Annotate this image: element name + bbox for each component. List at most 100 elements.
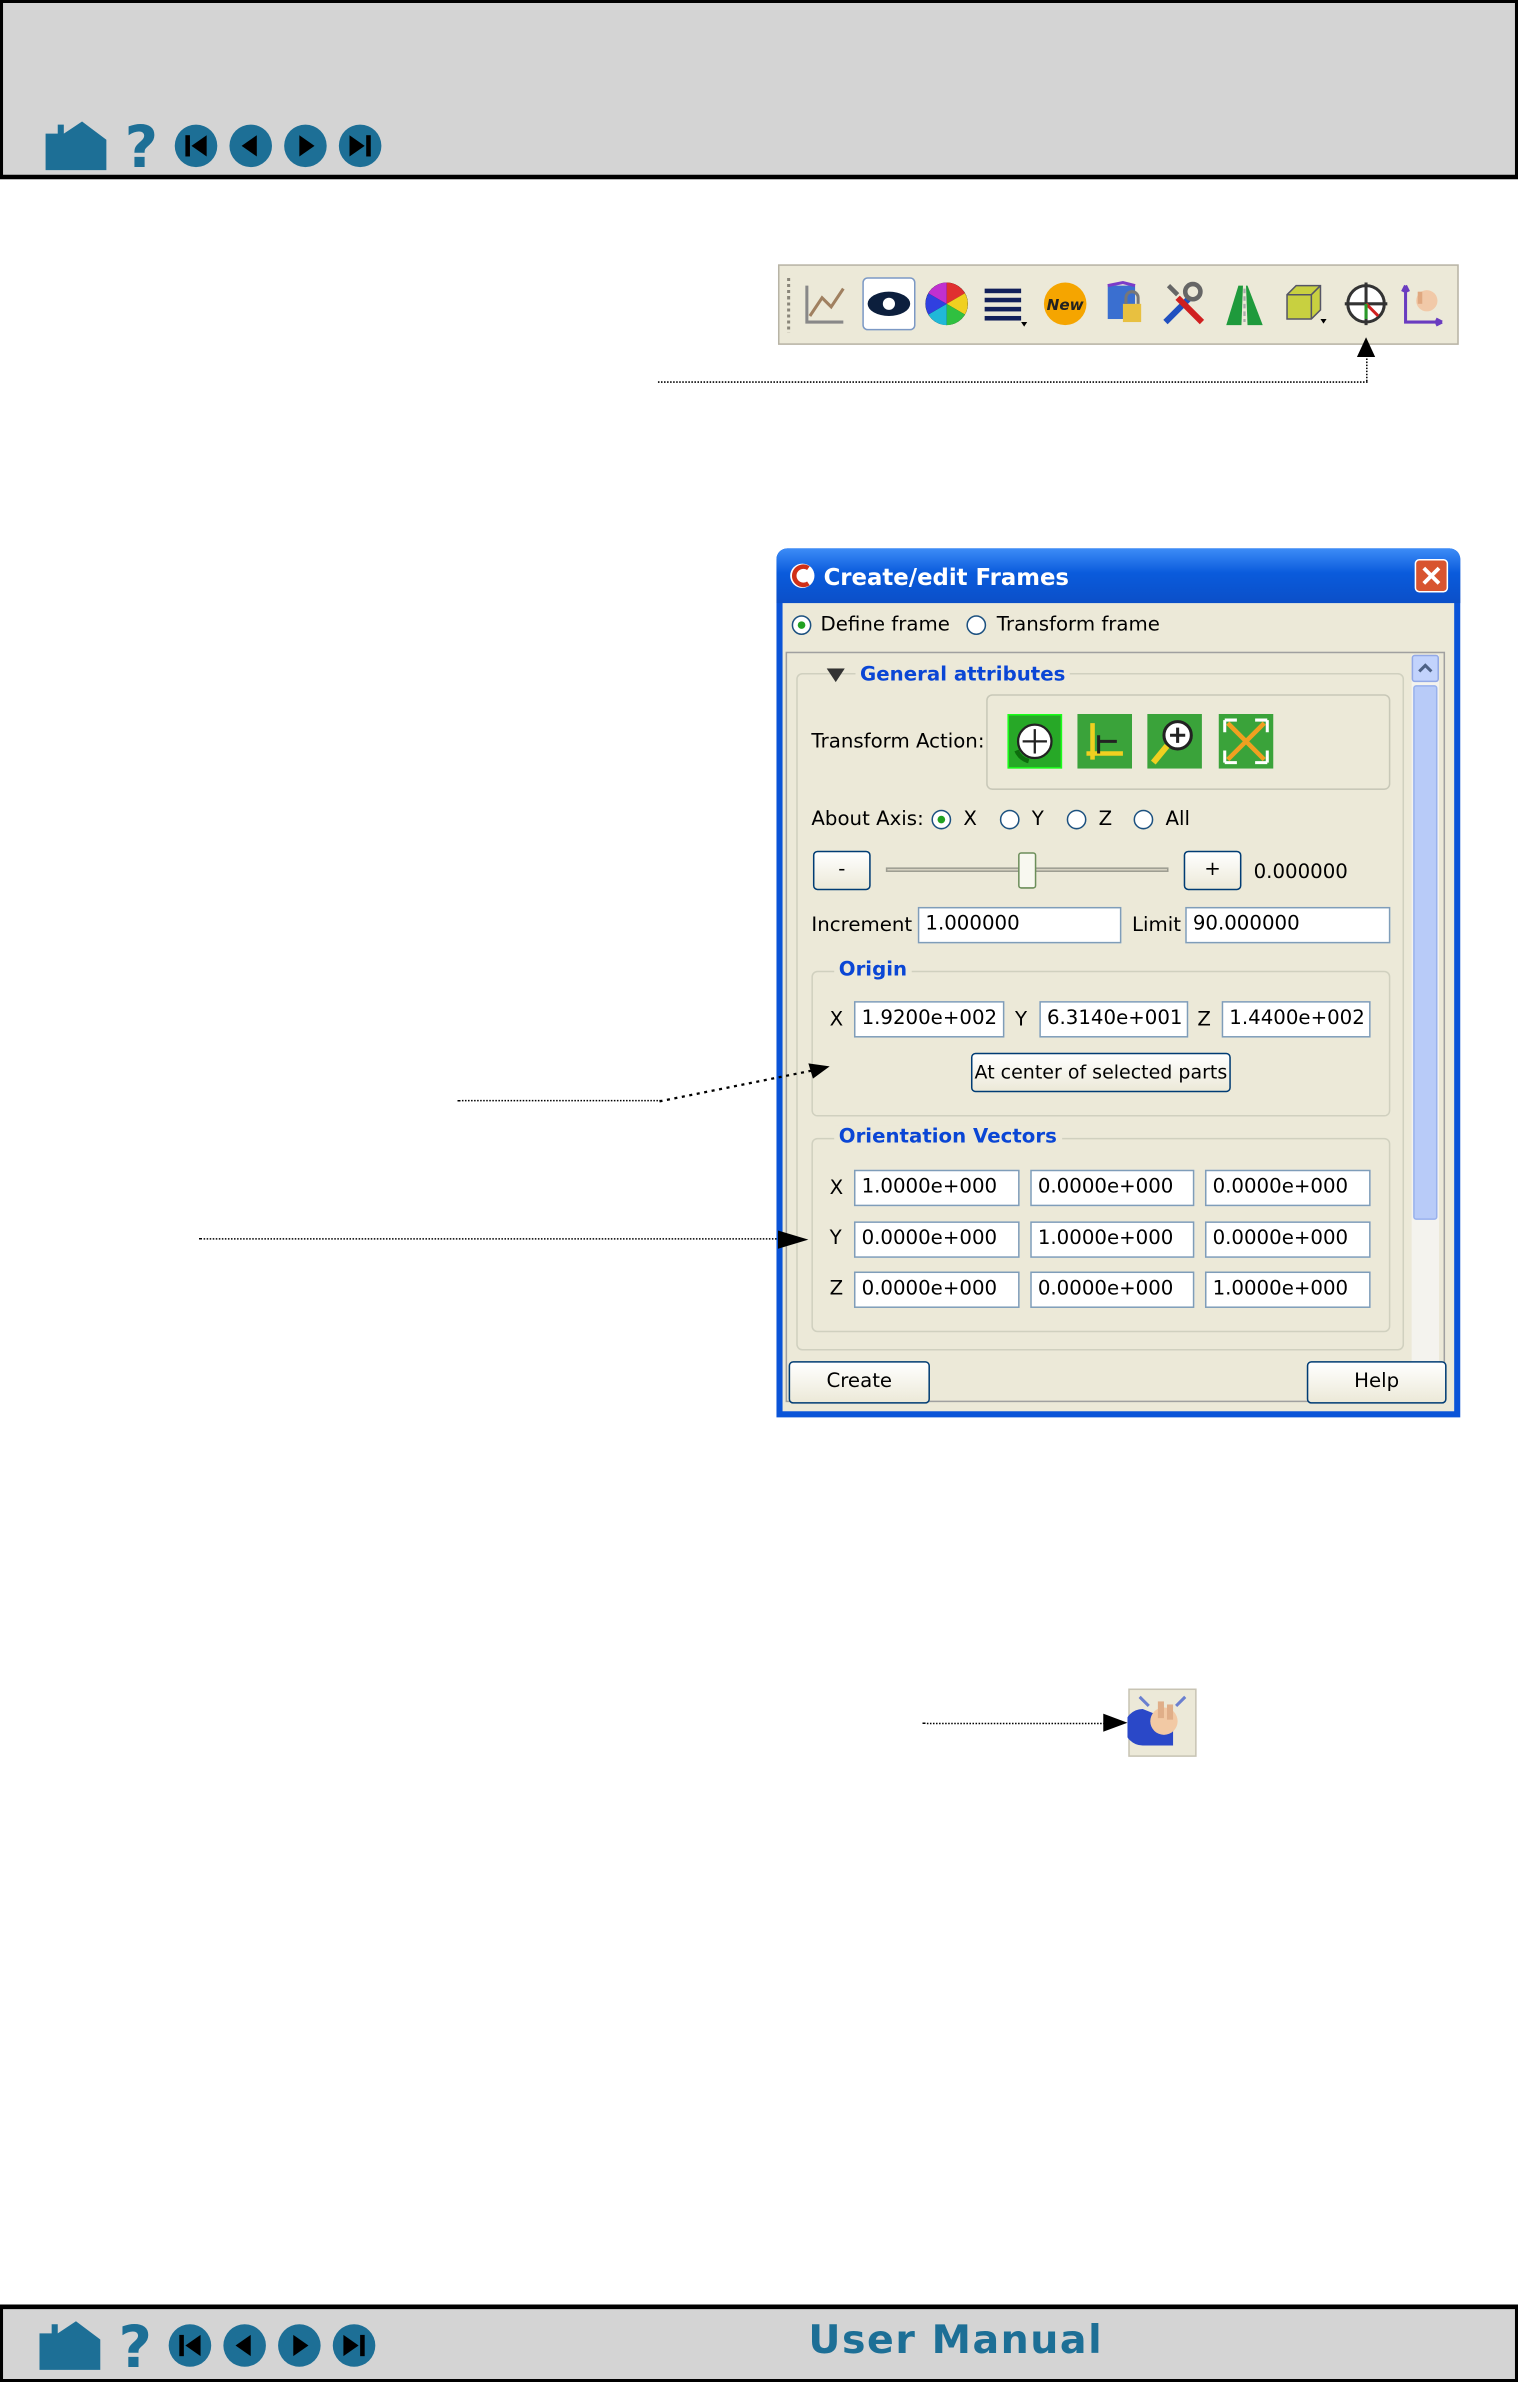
transform-frame-radio[interactable] (966, 615, 987, 635)
first-page-icon[interactable] (167, 2323, 213, 2369)
increment-button[interactable]: + (1183, 850, 1242, 891)
orientation-row-label: Z (829, 1277, 844, 1301)
leader-arrow-origin (659, 1063, 830, 1103)
decrement-button[interactable]: - (812, 850, 871, 891)
vertical-scrollbar[interactable] (1411, 654, 1439, 1400)
origin-x-label: X (829, 1008, 844, 1032)
origin-y-field[interactable]: 6.3140e+001 (1039, 1001, 1189, 1038)
orientation-y-2-field[interactable]: 1.0000e+000 (1030, 1221, 1195, 1258)
axis-y-radio[interactable] (999, 809, 1020, 830)
slider-value: 0.000000 (1253, 861, 1348, 885)
next-page-icon[interactable] (277, 2323, 323, 2369)
limit-label: Limit (1132, 914, 1182, 938)
leader-line-orientation (199, 1238, 783, 1240)
origin-z-label: Z (1197, 1008, 1211, 1032)
orientation-x-2-field[interactable]: 0.0000e+000 (1030, 1169, 1195, 1207)
query-plot-icon[interactable] (801, 280, 850, 329)
orientation-vectors-title: Orientation Vectors (834, 1125, 1062, 1149)
orientation-z-1-field[interactable]: 0.0000e+000 (853, 1271, 1020, 1308)
feature-toolbar: New (777, 264, 1459, 345)
tools-icon[interactable] (1159, 280, 1208, 329)
orientation-z-3-field[interactable]: 1.0000e+000 (1204, 1271, 1371, 1308)
origin-z-field[interactable]: 1.4400e+002 (1221, 1001, 1371, 1038)
translate-action-icon[interactable] (1077, 713, 1133, 769)
hand-axes-icon[interactable] (1399, 280, 1448, 329)
create-edit-frames-dialog: Create/edit Frames Define frame Transfor… (776, 548, 1461, 1418)
toolbar-grip[interactable] (787, 278, 791, 333)
help-icon[interactable]: ? (119, 118, 165, 173)
previous-page-icon[interactable] (222, 2323, 268, 2369)
increment-field[interactable]: 1.000000 (917, 906, 1122, 944)
chevron-up-icon (1418, 663, 1433, 673)
origin-y-label: Y (1015, 1008, 1028, 1032)
box-part-icon[interactable] (1281, 280, 1330, 329)
next-page-icon[interactable] (283, 123, 329, 169)
orientation-y-1-field[interactable]: 0.0000e+000 (853, 1221, 1020, 1258)
axis-x-radio[interactable] (931, 809, 952, 830)
transform-frame-label: Transform frame (996, 613, 1160, 637)
scroll-thumb[interactable] (1413, 685, 1438, 1220)
bottom-nav: ? (36, 2318, 376, 2373)
road-perspective-icon[interactable] (1220, 280, 1269, 329)
axis-all-label: All (1165, 808, 1190, 831)
orientation-y-3-field[interactable]: 0.0000e+000 (1204, 1221, 1371, 1258)
leader-line-icon (922, 1722, 1111, 1725)
close-button[interactable] (1414, 559, 1449, 593)
create-button[interactable]: Create (788, 1361, 930, 1404)
orientation-row-label: X (829, 1177, 844, 1201)
axis-y-label: Y (1031, 808, 1044, 831)
new-badge-icon[interactable]: New (1041, 280, 1090, 329)
previous-page-icon[interactable] (228, 123, 274, 169)
close-icon (1422, 566, 1441, 585)
arrowhead-icon (777, 1230, 809, 1249)
header-band: ? (0, 0, 1518, 180)
color-wheel-icon[interactable] (922, 280, 971, 329)
frame-mode-hand-icon (1127, 1688, 1197, 1757)
arrowhead-icon (1103, 1713, 1128, 1732)
axis-z-radio[interactable] (1066, 809, 1087, 830)
part-lock-icon[interactable] (1102, 280, 1151, 329)
home-icon[interactable] (36, 2318, 103, 2373)
define-frame-radio[interactable] (791, 615, 812, 635)
last-page-icon[interactable] (337, 123, 383, 169)
axis-x-label: X (963, 808, 977, 831)
scale-action-icon[interactable] (1218, 713, 1274, 769)
frame-crosshair-icon[interactable] (1342, 280, 1391, 329)
increment-label: Increment (811, 914, 913, 938)
line-width-icon[interactable] (980, 280, 1029, 329)
slider-thumb[interactable] (1018, 852, 1037, 889)
about-axis-label: About Axis: (811, 808, 924, 831)
collapse-triangle-icon[interactable] (826, 668, 845, 683)
help-icon[interactable]: ? (112, 2318, 158, 2373)
orientation-x-1-field[interactable]: 1.0000e+000 (853, 1169, 1020, 1207)
home-icon[interactable] (43, 118, 110, 173)
orientation-z-2-field[interactable]: 0.0000e+000 (1030, 1271, 1195, 1308)
help-button[interactable]: Help (1306, 1361, 1447, 1404)
transform-action-label: Transform Action: (811, 730, 985, 754)
dialog-titlebar[interactable]: Create/edit Frames (776, 548, 1461, 604)
orientation-x-3-field[interactable]: 0.0000e+000 (1204, 1169, 1371, 1207)
dialog-client-area: Define frame Transform frame General att… (782, 603, 1455, 1412)
center-selected-parts-button[interactable]: At center of selected parts (970, 1052, 1231, 1093)
svg-text:?: ? (118, 2318, 151, 2373)
rotate-action-icon[interactable] (1007, 713, 1063, 769)
orientation-row-label: Y (829, 1227, 842, 1251)
visibility-eye-icon[interactable] (862, 276, 917, 331)
manual-page: ? New Create/edit Frames Define frame Tr… (0, 0, 1518, 2382)
zoom-action-icon[interactable] (1147, 713, 1202, 769)
origin-group (811, 970, 1391, 1117)
scroll-up-button[interactable] (1411, 654, 1439, 683)
app-logo-icon (790, 563, 815, 588)
svg-text:New: New (1047, 296, 1085, 314)
arrowhead-icon (1356, 337, 1376, 357)
axis-all-radio[interactable] (1133, 809, 1154, 830)
last-page-icon[interactable] (331, 2323, 377, 2369)
top-nav: ? (43, 118, 383, 173)
leader-line-toolbar (657, 381, 1368, 383)
first-page-icon[interactable] (173, 123, 219, 169)
general-attributes-title: General attributes (855, 663, 1070, 687)
define-frame-label: Define frame (820, 613, 950, 637)
limit-field[interactable]: 90.000000 (1185, 906, 1391, 944)
footer-band: ? (0, 2304, 1518, 2382)
origin-x-field[interactable]: 1.9200e+002 (853, 1001, 1005, 1038)
